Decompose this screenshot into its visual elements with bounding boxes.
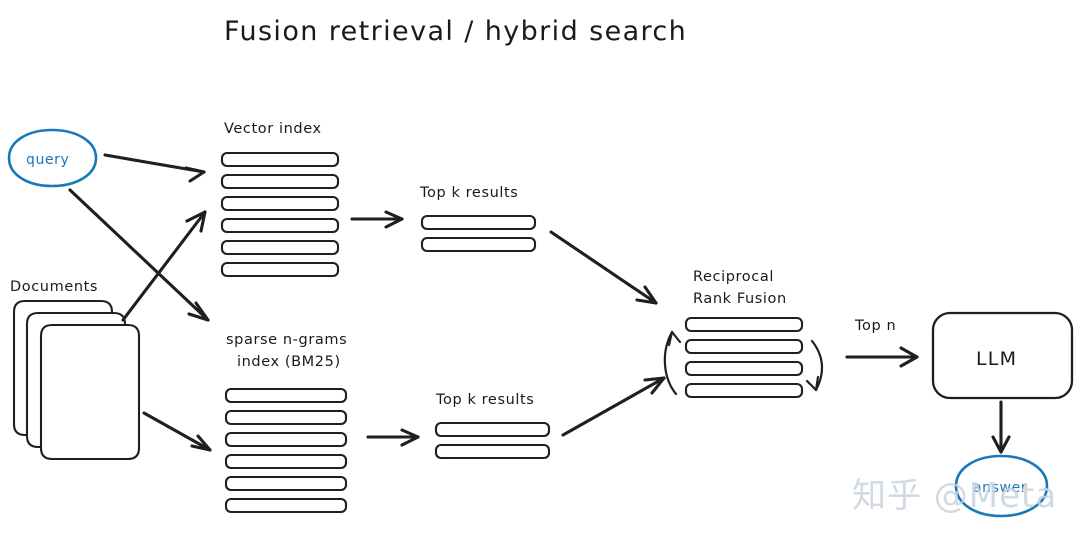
arrow-topk-vector-to-rrf xyxy=(549,230,658,305)
bar xyxy=(220,261,340,278)
bar xyxy=(220,151,340,168)
bar xyxy=(684,382,804,399)
bar xyxy=(420,236,537,253)
rrf-bars xyxy=(684,316,804,399)
arrow-documents-to-sparse-index xyxy=(142,411,212,452)
bar xyxy=(224,475,348,492)
node-llm: LLM xyxy=(931,311,1074,400)
llm-to-answer-arrow-icon xyxy=(991,400,1011,454)
topn-label: Top n xyxy=(854,318,896,334)
page-title: Fusion retrieval / hybrid search xyxy=(224,16,687,47)
node-query: query xyxy=(7,128,98,188)
bar xyxy=(224,387,348,404)
bar xyxy=(434,443,551,460)
arrow-topk-sparse-to-rrf xyxy=(561,376,666,437)
answer-label: answer xyxy=(973,480,1027,496)
sparse-index-label-line1: sparse n-grams xyxy=(226,332,347,348)
topk-vector-bars xyxy=(420,214,537,253)
document-sheet-front xyxy=(39,323,141,461)
rrf-label-line1: Reciprocal xyxy=(693,269,774,285)
query-label: query xyxy=(26,152,69,168)
bar xyxy=(220,173,340,190)
topk-vector-label: Top k results xyxy=(419,185,518,201)
arrow-sparse-index-to-topk xyxy=(366,428,420,447)
bar xyxy=(434,421,551,438)
topn-arrow-icon xyxy=(845,346,919,368)
rrf-loop-right-arrow-icon xyxy=(805,339,823,392)
node-answer: answer xyxy=(954,454,1049,518)
bar xyxy=(220,239,340,256)
node-documents xyxy=(12,299,141,461)
sparse-index-bars xyxy=(224,387,348,514)
bar xyxy=(220,195,340,212)
arrow-query-to-vector-index xyxy=(103,153,206,183)
bar xyxy=(224,431,348,448)
vector-index-label: Vector index xyxy=(224,121,322,137)
bar xyxy=(420,214,537,231)
bar xyxy=(220,217,340,234)
bar xyxy=(224,497,348,514)
llm-label: LLM xyxy=(976,348,1017,370)
bar xyxy=(684,338,804,355)
topk-sparse-bars xyxy=(434,421,551,460)
bar xyxy=(684,360,804,377)
arrow-vector-index-to-topk xyxy=(350,210,404,229)
rrf-loop-left-arrow-icon xyxy=(663,330,682,396)
sparse-index-label-line2: index (BM25) xyxy=(237,354,341,370)
bar xyxy=(224,409,348,426)
vector-index-bars xyxy=(220,151,340,278)
rrf-label-line2: Rank Fusion xyxy=(693,291,787,307)
bar xyxy=(684,316,804,333)
documents-label: Documents xyxy=(10,279,98,295)
bar xyxy=(224,453,348,470)
diagram-canvas: Fusion retrieval / hybrid search query D… xyxy=(7,16,1074,518)
topk-sparse-label: Top k results xyxy=(435,392,534,408)
